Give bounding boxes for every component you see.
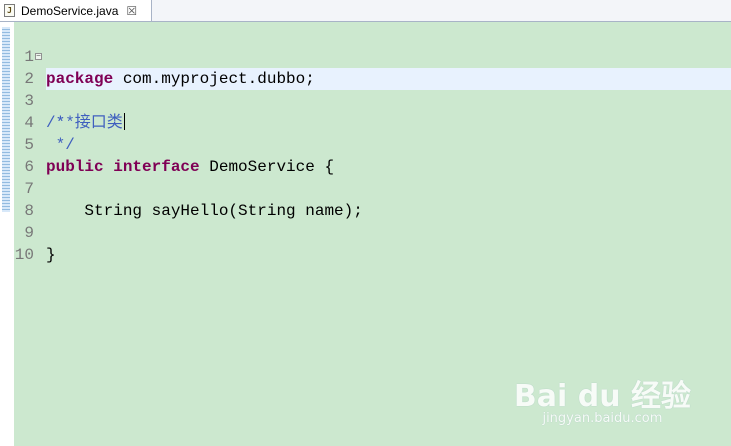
code-line-8[interactable]: 8	[0, 178, 731, 220]
code-line-2[interactable]: 2 − /**	[0, 46, 731, 133]
watermark-logo: Bai du 经验	[513, 379, 691, 414]
editor-tab-bar: J DemoService.java ☒	[0, 0, 731, 22]
tab-label: DemoService.java	[21, 3, 119, 18]
java-file-icon: J	[4, 4, 15, 17]
code-line-7[interactable]: 7 String sayHello(String name);	[0, 156, 731, 220]
close-tab-icon[interactable]: ☒	[126, 4, 137, 18]
code-line-1[interactable]: 1 package com.myproject.dubbo;	[0, 24, 731, 88]
closing-brace: }	[46, 246, 56, 264]
code-line-5[interactable]: 5 public interface DemoService {	[0, 112, 731, 176]
code-line-3[interactable]: 3 * 接口类	[0, 68, 731, 132]
code-line-6[interactable]: 6	[0, 134, 731, 176]
line-number: 10	[14, 246, 34, 264]
code-line-10[interactable]: 10	[0, 222, 731, 264]
code-line-4[interactable]: 4 */	[0, 90, 731, 154]
code-editor[interactable]: 1 package com.myproject.dubbo; 2 − /** 3…	[0, 22, 731, 446]
baidu-jingyan-watermark: Bai du 经验 jingyan.baidu.com	[514, 371, 691, 426]
tab-demoservice-java[interactable]: J DemoService.java ☒	[0, 0, 152, 21]
fold-collapse-icon[interactable]: −	[35, 53, 42, 61]
code-line-9[interactable]: 9 }	[0, 200, 731, 264]
